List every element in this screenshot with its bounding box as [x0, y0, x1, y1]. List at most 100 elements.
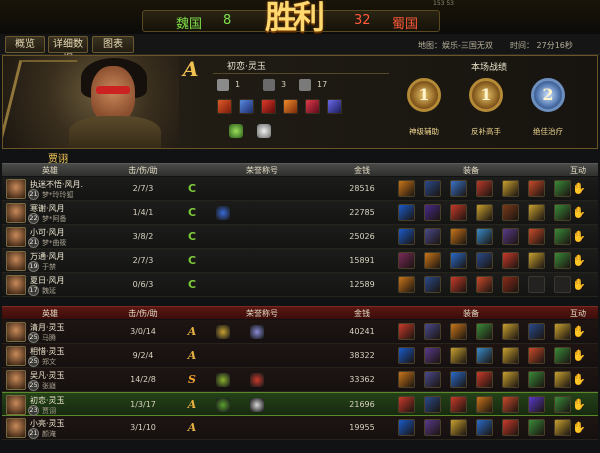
equipment-item-icon[interactable] [502, 419, 519, 436]
equipment-item-icon[interactable] [502, 347, 519, 364]
equipment-item-icon[interactable] [502, 371, 519, 388]
equipment-item-icon[interactable] [554, 180, 571, 197]
equipment-item-icon[interactable] [502, 228, 519, 245]
skull-icon [263, 78, 275, 91]
tab-overview[interactable]: 概览 [5, 36, 45, 53]
equipment-item-icon[interactable] [502, 180, 519, 197]
equipment-item-icon[interactable] [554, 347, 571, 364]
equipment-item-icon[interactable] [398, 419, 415, 436]
kda-value: 0/6/3 [132, 280, 154, 289]
equipment-item-icon[interactable] [424, 252, 441, 269]
equipment-item-icon[interactable] [450, 323, 467, 340]
equipment-item-icon[interactable] [476, 371, 493, 388]
equipment-item-icon[interactable] [476, 252, 493, 269]
equipment-item-icon[interactable] [476, 323, 493, 340]
equipment-item-icon[interactable] [528, 228, 545, 245]
equipment-item-icon[interactable] [476, 204, 493, 221]
red-sword-icon[interactable] [261, 99, 276, 114]
equipment-item-icon[interactable] [450, 371, 467, 388]
equipment-item-icon[interactable] [424, 419, 441, 436]
equipment-item-icon[interactable] [554, 323, 571, 340]
equipment-item-icon[interactable] [528, 347, 545, 364]
thumb-up-icon[interactable]: ✋ [572, 325, 586, 339]
red-rune-icon[interactable] [217, 99, 232, 114]
equipment-item-icon[interactable] [502, 323, 519, 340]
equipment-item-icon[interactable] [450, 419, 467, 436]
equipment-item-icon[interactable] [398, 228, 415, 245]
hero-avatar [6, 322, 26, 342]
equipment-item-icon[interactable] [502, 276, 519, 293]
equipment-item-icon[interactable] [476, 347, 493, 364]
equipment-item-icon[interactable] [398, 252, 415, 269]
equipment-item-icon[interactable] [424, 396, 441, 413]
equipment-item-icon[interactable] [450, 204, 467, 221]
thumb-up-icon[interactable]: ✋ [572, 349, 586, 363]
tab-chart[interactable]: 图表 [92, 36, 134, 53]
equipment-item-icon[interactable] [450, 252, 467, 269]
equipment-item-icon[interactable] [528, 419, 545, 436]
equipment-item-icon[interactable] [554, 252, 571, 269]
equipment-item-icon[interactable] [502, 252, 519, 269]
equipment-item-icon[interactable] [528, 252, 545, 269]
blue-shield-icon[interactable] [239, 99, 254, 114]
equipment-item-icon[interactable] [528, 204, 545, 221]
kills-stat: 1 [217, 78, 240, 92]
honor-badge-icon [216, 206, 230, 220]
equipment-item-icon[interactable] [502, 204, 519, 221]
hero-name: 于禁 [42, 263, 56, 271]
hero-avatar [6, 275, 26, 295]
equipment-item-icon[interactable] [528, 396, 545, 413]
blue-spike-icon[interactable] [327, 99, 342, 114]
equipment-item-icon[interactable] [424, 323, 441, 340]
equipment-item-icon[interactable] [398, 371, 415, 388]
equipment-item-icon[interactable] [476, 180, 493, 197]
thumb-up-icon[interactable]: ✋ [572, 230, 586, 244]
gold-value: 33362 [349, 375, 375, 384]
table-row: 21 小可·风月 梦*曲筱 3/8/2 C 25026 ✋ [2, 225, 598, 249]
equipment-item-icon[interactable] [554, 228, 571, 245]
equipment-item-icon[interactable] [398, 347, 415, 364]
equipment-item-icon[interactable] [398, 276, 415, 293]
thumb-up-icon[interactable]: ✋ [572, 421, 586, 435]
equipment-item-icon[interactable] [424, 276, 441, 293]
equipment-item-icon[interactable] [424, 204, 441, 221]
equipment-item-icon[interactable] [528, 323, 545, 340]
equipment-item-icon[interactable] [476, 276, 493, 293]
thumb-up-icon[interactable]: ✋ [572, 278, 586, 292]
player-name: 万通·风月 [30, 252, 65, 261]
player-name: 初恋·灵玉 [30, 396, 65, 405]
thumb-up-icon[interactable]: ✋ [572, 206, 586, 220]
equipment-item-icon[interactable] [450, 228, 467, 245]
thumb-up-icon[interactable]: ✋ [572, 373, 586, 387]
equipment-item-icon[interactable] [450, 180, 467, 197]
equipment-item-icon[interactable] [424, 371, 441, 388]
equipment-item-icon[interactable] [450, 276, 467, 293]
equipment-item-icon[interactable] [476, 419, 493, 436]
tab-detailed-data[interactable]: 详细数据 [48, 36, 88, 65]
thumb-up-icon[interactable]: ✋ [572, 254, 586, 268]
equipment-item-icon[interactable] [502, 396, 519, 413]
equipment-item-icon[interactable] [398, 323, 415, 340]
gold-value: 21696 [349, 400, 375, 409]
equipment-item-icon[interactable] [554, 396, 571, 413]
equipment-item-icon[interactable] [528, 180, 545, 197]
equipment-item-icon[interactable] [554, 371, 571, 388]
equipment-item-icon[interactable] [424, 347, 441, 364]
thumb-up-icon[interactable]: ✋ [572, 398, 586, 412]
equipment-item-icon[interactable] [450, 347, 467, 364]
equipment-item-icon[interactable] [398, 180, 415, 197]
equipment-item-icon[interactable] [476, 396, 493, 413]
equipment-item-icon[interactable] [450, 396, 467, 413]
equipment-item-icon[interactable] [398, 396, 415, 413]
equipment-item-icon[interactable] [424, 228, 441, 245]
hero-level: 21 [28, 237, 39, 248]
equipment-item-icon[interactable] [476, 228, 493, 245]
equipment-item-icon[interactable] [424, 180, 441, 197]
thumb-up-icon[interactable]: ✋ [572, 182, 586, 196]
equipment-item-icon[interactable] [398, 204, 415, 221]
red-orb-icon[interactable] [305, 99, 320, 114]
equipment-item-icon[interactable] [554, 419, 571, 436]
equipment-item-icon[interactable] [528, 371, 545, 388]
fire-claw-icon[interactable] [283, 99, 298, 114]
equipment-item-icon[interactable] [554, 204, 571, 221]
